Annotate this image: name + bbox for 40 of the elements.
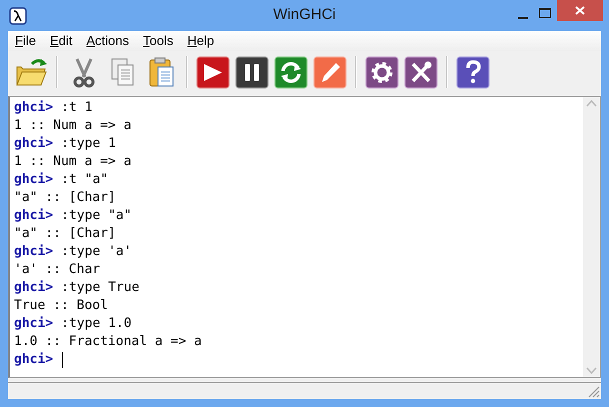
pause-icon[interactable] [235, 54, 269, 90]
prompt: ghci> [14, 135, 54, 153]
command-text: :t "a" [61, 171, 108, 189]
lambda-icon[interactable] [9, 7, 27, 25]
output-text: 1.0 :: Fractional a => a [14, 333, 202, 351]
prompt: ghci> [14, 279, 54, 297]
output-text: 1 :: Num a => a [14, 117, 132, 135]
maximize-button[interactable] [537, 6, 553, 20]
pencil-icon[interactable] [313, 54, 347, 90]
close-button[interactable] [557, 0, 603, 21]
command-text: :type "a" [61, 207, 132, 225]
window-title: WinGHCi [273, 5, 336, 26]
output-text: 1 :: Num a => a [14, 153, 132, 171]
menu-item[interactable]: Edit [50, 31, 72, 51]
command-text: :type 1 [61, 135, 116, 153]
prompt: ghci> [14, 99, 54, 117]
menu-item[interactable]: File [15, 31, 36, 51]
gear-icon[interactable] [365, 54, 399, 90]
command-text: :t 1 [61, 99, 92, 117]
wrench-screwdriver-icon[interactable] [404, 54, 438, 90]
output-text: "a" :: [Char] [14, 225, 116, 243]
prompt: ghci> [14, 351, 54, 369]
menu-item[interactable]: Tools [143, 31, 174, 51]
prompt: ghci> [14, 243, 54, 261]
command-text: :type 1.0 [61, 315, 132, 333]
prompt: ghci> [14, 171, 54, 189]
help-icon[interactable] [456, 54, 490, 90]
reload-icon[interactable] [274, 54, 308, 90]
menu-item[interactable]: Actions [86, 31, 130, 51]
command-text: :type 'a' [61, 243, 132, 261]
output-text: "a" :: [Char] [14, 189, 116, 207]
prompt: ghci> [14, 207, 54, 225]
output-text: True :: Bool [14, 297, 108, 315]
resize-grip-icon[interactable] [588, 386, 600, 398]
command-text: :type True [61, 279, 140, 297]
menu-item[interactable]: Help [187, 31, 214, 51]
output-text: 'a' :: Char [14, 261, 100, 279]
prompt: ghci> [14, 315, 54, 333]
text-cursor [62, 352, 64, 368]
play-icon[interactable] [196, 54, 230, 90]
